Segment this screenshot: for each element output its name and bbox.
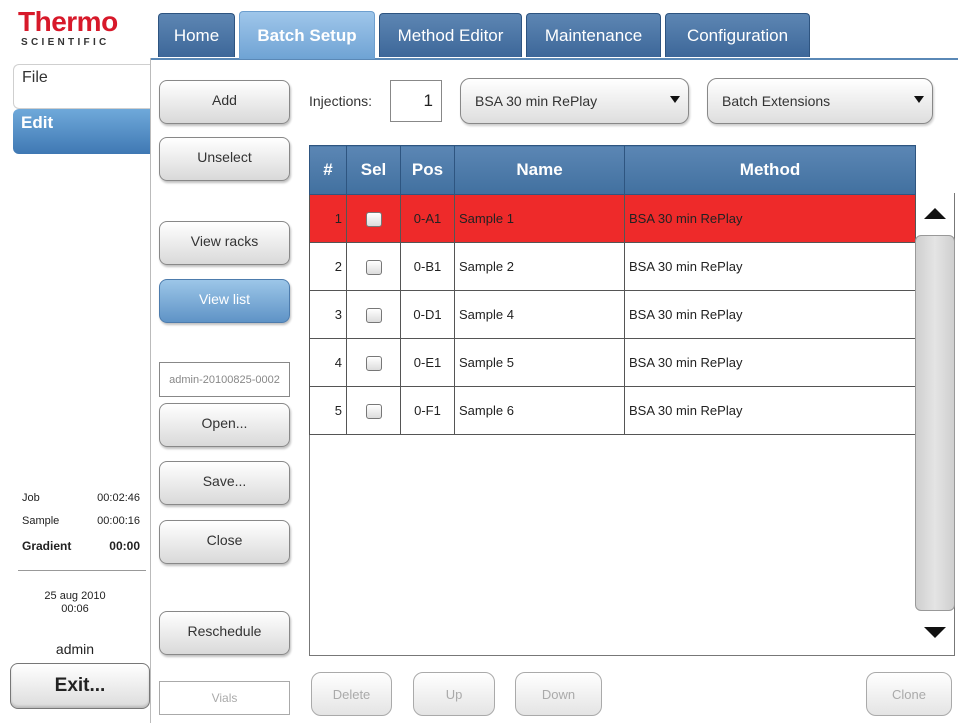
view-list-button[interactable]: View list <box>159 279 290 323</box>
row-number: 5 <box>309 386 347 435</box>
arrow-up-icon <box>924 207 946 219</box>
method-select[interactable]: BSA 30 min RePlay <box>460 78 689 124</box>
open-button[interactable]: Open... <box>159 403 290 447</box>
row-select-cell <box>346 338 401 387</box>
table-row[interactable]: 5 0-F1 Sample 6 BSA 30 min RePlay <box>309 386 916 435</box>
sample-label: Sample <box>22 515 60 527</box>
row-select-cell <box>346 290 401 339</box>
scrollbar-track[interactable] <box>915 235 955 611</box>
side-tab-file[interactable]: File <box>13 64 150 109</box>
row-position: 0-B1 <box>400 242 455 291</box>
col-header-method[interactable]: Method <box>624 145 916 195</box>
close-button[interactable]: Close <box>159 520 290 564</box>
batch-table: # Sel Pos Name Method 1 0-A1 Sample 1 BS… <box>309 145 916 435</box>
row-select-cell <box>346 386 401 435</box>
exit-button[interactable]: Exit... <box>10 663 150 709</box>
logo-main-text: Thermo <box>18 6 118 37</box>
row-method[interactable]: BSA 30 min RePlay <box>624 386 916 435</box>
logo-sub-text: SCIENTIFIC <box>21 37 110 48</box>
row-method[interactable]: BSA 30 min RePlay <box>624 194 916 243</box>
row-checkbox[interactable] <box>365 307 382 323</box>
reschedule-button[interactable]: Reschedule <box>159 611 290 655</box>
table-row[interactable]: 2 0-B1 Sample 2 BSA 30 min RePlay <box>309 242 916 291</box>
tab-method-editor[interactable]: Method Editor <box>379 13 522 57</box>
main-tab-bar: Home Batch Setup Method Editor Maintenan… <box>150 0 958 60</box>
save-button[interactable]: Save... <box>159 461 290 505</box>
row-position: 0-E1 <box>400 338 455 387</box>
row-select-cell <box>346 242 401 291</box>
chevron-down-icon <box>670 96 680 103</box>
row-number: 2 <box>309 242 347 291</box>
table-row[interactable]: 4 0-E1 Sample 5 BSA 30 min RePlay <box>309 338 916 387</box>
scroll-down-button[interactable] <box>915 611 955 653</box>
tab-maintenance[interactable]: Maintenance <box>526 13 661 57</box>
row-method[interactable]: BSA 30 min RePlay <box>624 242 916 291</box>
row-name[interactable]: Sample 2 <box>454 242 625 291</box>
tab-batch-setup[interactable]: Batch Setup <box>239 11 375 59</box>
vials-button[interactable]: Vials <box>159 681 290 715</box>
row-position: 0-F1 <box>400 386 455 435</box>
row-checkbox[interactable] <box>365 403 382 419</box>
col-header-pos[interactable]: Pos <box>400 145 455 195</box>
tab-home[interactable]: Home <box>158 13 235 57</box>
row-position: 0-D1 <box>400 290 455 339</box>
extensions-select-value: Batch Extensions <box>722 93 831 109</box>
date-text: 25 aug 2010 <box>44 590 106 602</box>
row-method[interactable]: BSA 30 min RePlay <box>624 338 916 387</box>
table-row[interactable]: 1 0-A1 Sample 1 BSA 30 min RePlay <box>309 194 916 243</box>
arrow-down-icon <box>924 626 946 638</box>
gradient-timer-row: Gradient 00:00 <box>22 539 140 553</box>
status-divider <box>18 570 146 571</box>
job-timer-row: Job 00:02:46 <box>22 492 140 504</box>
job-time: 00:02:46 <box>97 492 140 504</box>
row-name[interactable]: Sample 1 <box>454 194 625 243</box>
row-position: 0-A1 <box>400 194 455 243</box>
gradient-time: 00:00 <box>109 539 140 553</box>
side-tab-edit[interactable]: Edit <box>13 109 150 154</box>
batch-name-field: admin-20100825-0002 <box>159 362 290 397</box>
table-row[interactable]: 3 0-D1 Sample 4 BSA 30 min RePlay <box>309 290 916 339</box>
thermo-scientific-logo: Thermo SCIENTIFIC <box>0 0 150 56</box>
view-racks-button[interactable]: View racks <box>159 221 290 265</box>
delete-button[interactable]: Delete <box>311 672 392 716</box>
row-checkbox[interactable] <box>365 355 382 371</box>
sample-timer-row: Sample 00:00:16 <box>22 515 140 527</box>
job-label: Job <box>22 492 40 504</box>
time-text: 00:06 <box>61 603 89 615</box>
row-method[interactable]: BSA 30 min RePlay <box>624 290 916 339</box>
row-select-cell <box>346 194 401 243</box>
row-number: 1 <box>309 194 347 243</box>
row-name[interactable]: Sample 6 <box>454 386 625 435</box>
down-button[interactable]: Down <box>515 672 602 716</box>
col-header-sel[interactable]: Sel <box>346 145 401 195</box>
table-header-row: # Sel Pos Name Method <box>309 145 916 195</box>
scroll-up-button[interactable] <box>915 193 955 233</box>
current-user: admin <box>55 641 95 657</box>
clone-button[interactable]: Clone <box>866 672 952 716</box>
up-button[interactable]: Up <box>413 672 495 716</box>
unselect-button[interactable]: Unselect <box>159 137 290 181</box>
side-panel: File Edit Job 00:02:46 Sample 00:00:16 G… <box>0 58 151 723</box>
add-button[interactable]: Add <box>159 80 290 124</box>
batch-extensions-select[interactable]: Batch Extensions <box>707 78 933 124</box>
row-checkbox[interactable] <box>365 211 382 227</box>
scroll-header-spacer <box>915 145 955 193</box>
tab-configuration[interactable]: Configuration <box>665 13 810 57</box>
row-name[interactable]: Sample 5 <box>454 338 625 387</box>
row-checkbox[interactable] <box>365 259 382 275</box>
col-header-name[interactable]: Name <box>454 145 625 195</box>
sample-time: 00:00:16 <box>97 515 140 527</box>
row-name[interactable]: Sample 4 <box>454 290 625 339</box>
col-header-number[interactable]: # <box>309 145 347 195</box>
row-number: 4 <box>309 338 347 387</box>
gradient-label: Gradient <box>22 539 72 553</box>
method-select-value: BSA 30 min RePlay <box>475 93 598 109</box>
date-display: 25 aug 2010 00:06 <box>0 590 150 616</box>
injections-label: Injections: <box>309 93 373 109</box>
chevron-down-icon <box>914 96 924 103</box>
row-number: 3 <box>309 290 347 339</box>
injections-input[interactable]: 1 <box>390 80 442 122</box>
